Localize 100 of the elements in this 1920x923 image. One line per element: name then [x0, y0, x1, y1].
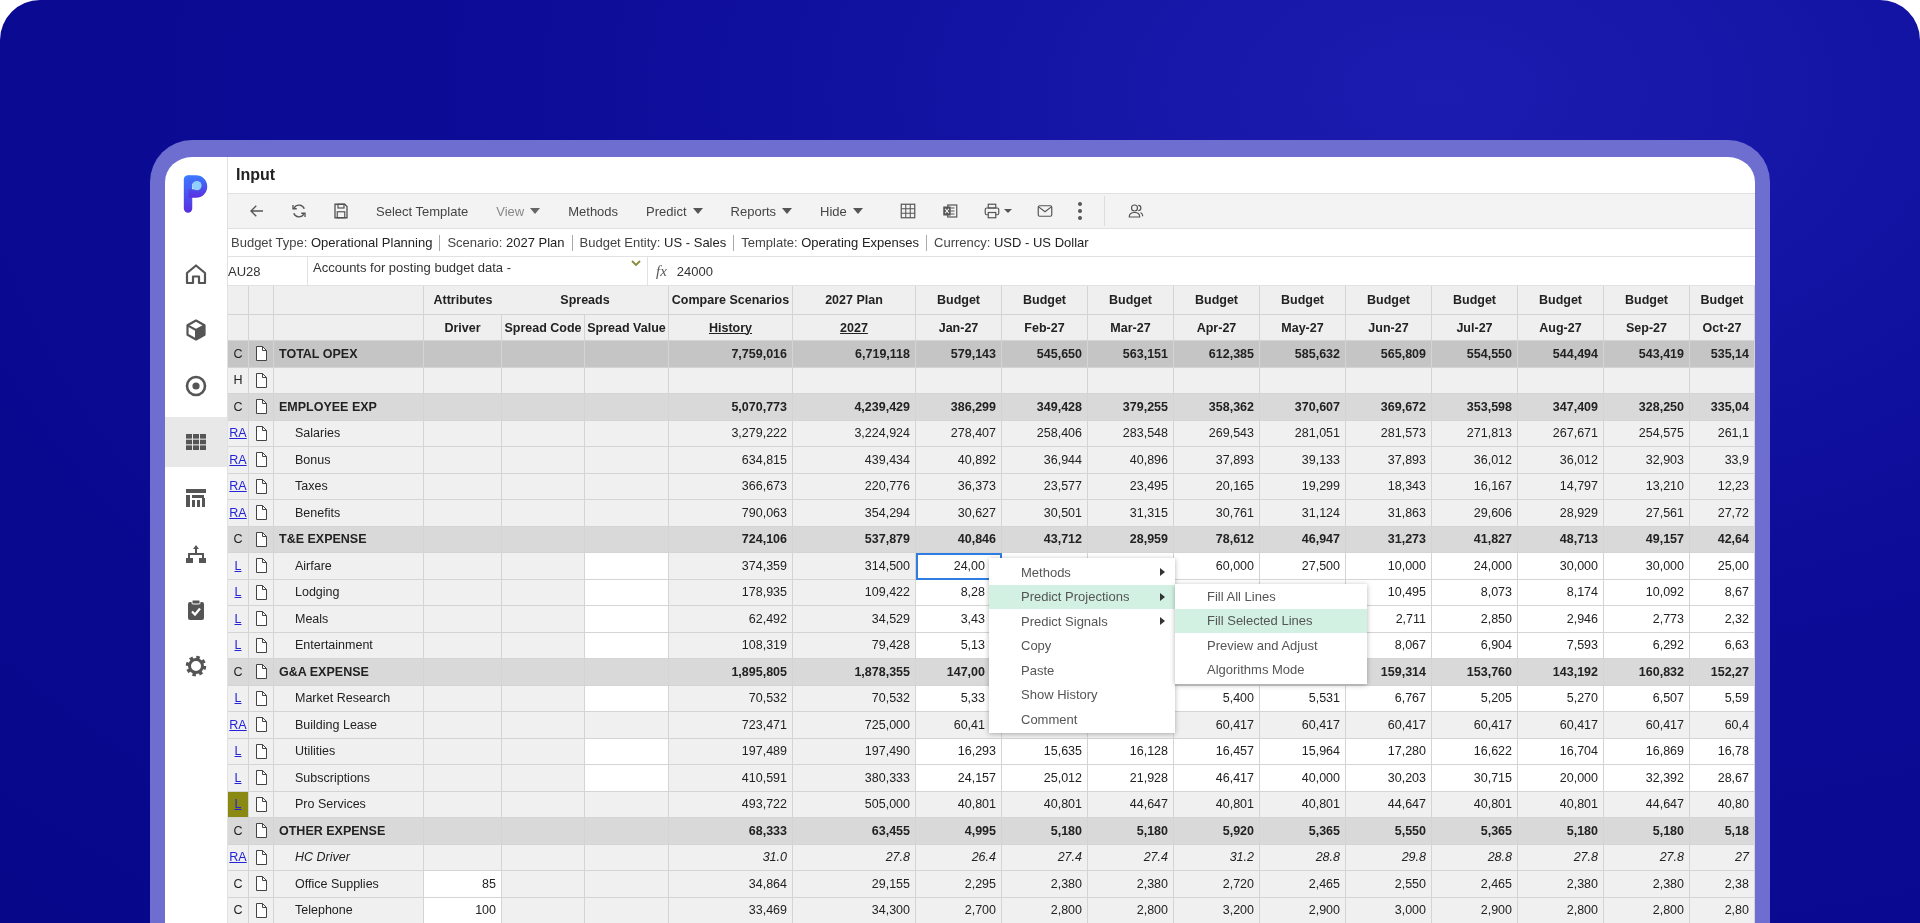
table-cell[interactable]: 60,000 — [1174, 553, 1260, 580]
table-cell[interactable]: 10,000 — [1346, 553, 1432, 580]
table-cell[interactable]: 16,622 — [1432, 738, 1518, 765]
table-cell[interactable]: 16,869 — [1604, 738, 1690, 765]
row-type-link[interactable]: RA — [228, 473, 248, 499]
table-cell[interactable]: 7,593 — [1518, 632, 1604, 659]
table-cell[interactable]: 20,000 — [1518, 765, 1604, 792]
table-cell: 30,501 — [1002, 500, 1088, 527]
table-cell: 2,800 — [1604, 897, 1690, 923]
toolbar-button[interactable]: Select Template — [364, 197, 481, 225]
table-cell[interactable]: 21,928 — [1088, 765, 1174, 792]
formula-icon: fx — [656, 262, 667, 280]
table-cell: 386,299 — [916, 394, 1002, 421]
table-cell[interactable]: 8,073 — [1432, 579, 1518, 606]
table-cell: 579,143 — [916, 341, 1002, 368]
table-cell[interactable]: 24,157 — [916, 765, 1002, 792]
table-cell: 545,650 — [1002, 341, 1088, 368]
table-cell[interactable]: 16,704 — [1518, 738, 1604, 765]
formula-value[interactable]: 24000 — [676, 263, 713, 279]
table-cell[interactable]: 2,946 — [1518, 606, 1604, 633]
table-cell[interactable]: 8,174 — [1518, 579, 1604, 606]
row-type: C — [232, 822, 244, 840]
table-cell[interactable]: 6,63 — [1690, 632, 1755, 659]
table-cell: 410,591 — [669, 765, 793, 792]
table-cell: 543,419 — [1604, 341, 1690, 368]
toolbar-button[interactable]: Hide — [808, 197, 875, 225]
table-cell[interactable]: 40,000 — [1260, 765, 1346, 792]
toolbar-button[interactable]: Reports — [718, 197, 805, 225]
row-type-link[interactable]: RA — [228, 500, 248, 526]
table-cell[interactable]: 2,850 — [1432, 606, 1518, 633]
table-cell[interactable]: 16,293 — [916, 738, 1002, 765]
table-cell: 2,720 — [1174, 871, 1260, 898]
table-cell: 790,063 — [669, 500, 793, 527]
table-cell[interactable]: 17,280 — [1346, 738, 1432, 765]
table-cell[interactable]: 5,270 — [1518, 685, 1604, 712]
table-cell[interactable]: 30,203 — [1346, 765, 1432, 792]
table-cell: 369,672 — [1346, 394, 1432, 421]
table-cell[interactable]: 25,00 — [1690, 553, 1755, 580]
row-type-link[interactable]: RA — [228, 447, 248, 473]
table-cell[interactable]: 5,59 — [1690, 685, 1755, 712]
table-cell[interactable]: 46,417 — [1174, 765, 1260, 792]
row-type-link[interactable]: L — [228, 553, 248, 579]
table-cell[interactable]: 16,78 — [1690, 738, 1755, 765]
table-cell[interactable]: 2,32 — [1690, 606, 1755, 633]
row-type-link[interactable]: L — [228, 606, 248, 632]
table-cell[interactable]: 16,457 — [1174, 738, 1260, 765]
menu-item[interactable]: Predict Projections — [989, 584, 1175, 609]
table-cell[interactable]: 32,392 — [1604, 765, 1690, 792]
toolbar-button[interactable]: Methods — [556, 197, 631, 225]
table-cell: 554,550 — [1432, 341, 1518, 368]
table-cell[interactable]: 5,531 — [1260, 685, 1346, 712]
table-cell: 1,895,805 — [669, 659, 793, 686]
table-cell: 353,598 — [1432, 394, 1518, 421]
table-cell: 439,434 — [793, 447, 916, 474]
table-cell[interactable]: 30,000 — [1518, 553, 1604, 580]
table-cell: 31,315 — [1088, 500, 1174, 527]
table-cell[interactable]: 15,635 — [1002, 738, 1088, 765]
page-title: Input — [235, 165, 277, 185]
row-type-link[interactable]: L — [228, 738, 248, 764]
table-cell[interactable]: 16,128 — [1088, 738, 1174, 765]
table-cell[interactable]: 30,000 — [1604, 553, 1690, 580]
table-cell[interactable]: 25,012 — [1002, 765, 1088, 792]
table-cell: 33,9 — [1690, 447, 1755, 474]
table-cell[interactable]: 27,500 — [1260, 553, 1346, 580]
row-type-link[interactable]: RA — [228, 712, 248, 738]
table-cell[interactable]: 6,767 — [1346, 685, 1432, 712]
table-cell[interactable]: 30,715 — [1432, 765, 1518, 792]
driver-input[interactable]: 85 — [424, 871, 502, 898]
table-cell: 160,832 — [1604, 659, 1690, 686]
row-label: HC Driver — [295, 850, 350, 865]
table-cell[interactable]: 5,205 — [1432, 685, 1518, 712]
menu-item[interactable]: Fill Selected Lines — [1175, 608, 1367, 633]
row-type-link[interactable]: L — [228, 765, 248, 791]
table-cell[interactable]: 8,67 — [1690, 579, 1755, 606]
table-cell: 2,465 — [1260, 871, 1346, 898]
row-label: G&A EXPENSE — [279, 664, 369, 679]
table-cell: 2,550 — [1346, 871, 1432, 898]
table-cell: 565,809 — [1346, 341, 1432, 368]
row-type-link[interactable]: L — [228, 632, 248, 658]
table-cell: 2,380 — [1088, 871, 1174, 898]
table-cell[interactable]: 24,000 — [1432, 553, 1518, 580]
row-label: Salaries — [295, 426, 341, 441]
driver-input[interactable]: 100 — [424, 897, 502, 923]
table-cell: 4,239,429 — [793, 394, 916, 421]
table-cell: 5,550 — [1346, 818, 1432, 845]
row-type-link[interactable]: RA — [228, 844, 248, 870]
account-dropdown[interactable]: Accounts for posting budget data - — [308, 257, 648, 285]
toolbar-button[interactable]: Predict — [634, 197, 715, 225]
table-cell[interactable]: 5,400 — [1174, 685, 1260, 712]
table-cell[interactable]: 28,67 — [1690, 765, 1755, 792]
table-cell[interactable]: 6,507 — [1604, 685, 1690, 712]
row-type-link[interactable]: L — [228, 685, 248, 711]
table-cell[interactable]: 6,904 — [1432, 632, 1518, 659]
table-cell[interactable]: 2,773 — [1604, 606, 1690, 633]
row-label: Lodging — [295, 585, 340, 600]
row-type-link[interactable]: RA — [228, 420, 248, 446]
row-type-link[interactable]: L — [228, 579, 248, 605]
table-cell[interactable]: 15,964 — [1260, 738, 1346, 765]
table-cell[interactable]: 10,092 — [1604, 579, 1690, 606]
table-cell[interactable]: 6,292 — [1604, 632, 1690, 659]
